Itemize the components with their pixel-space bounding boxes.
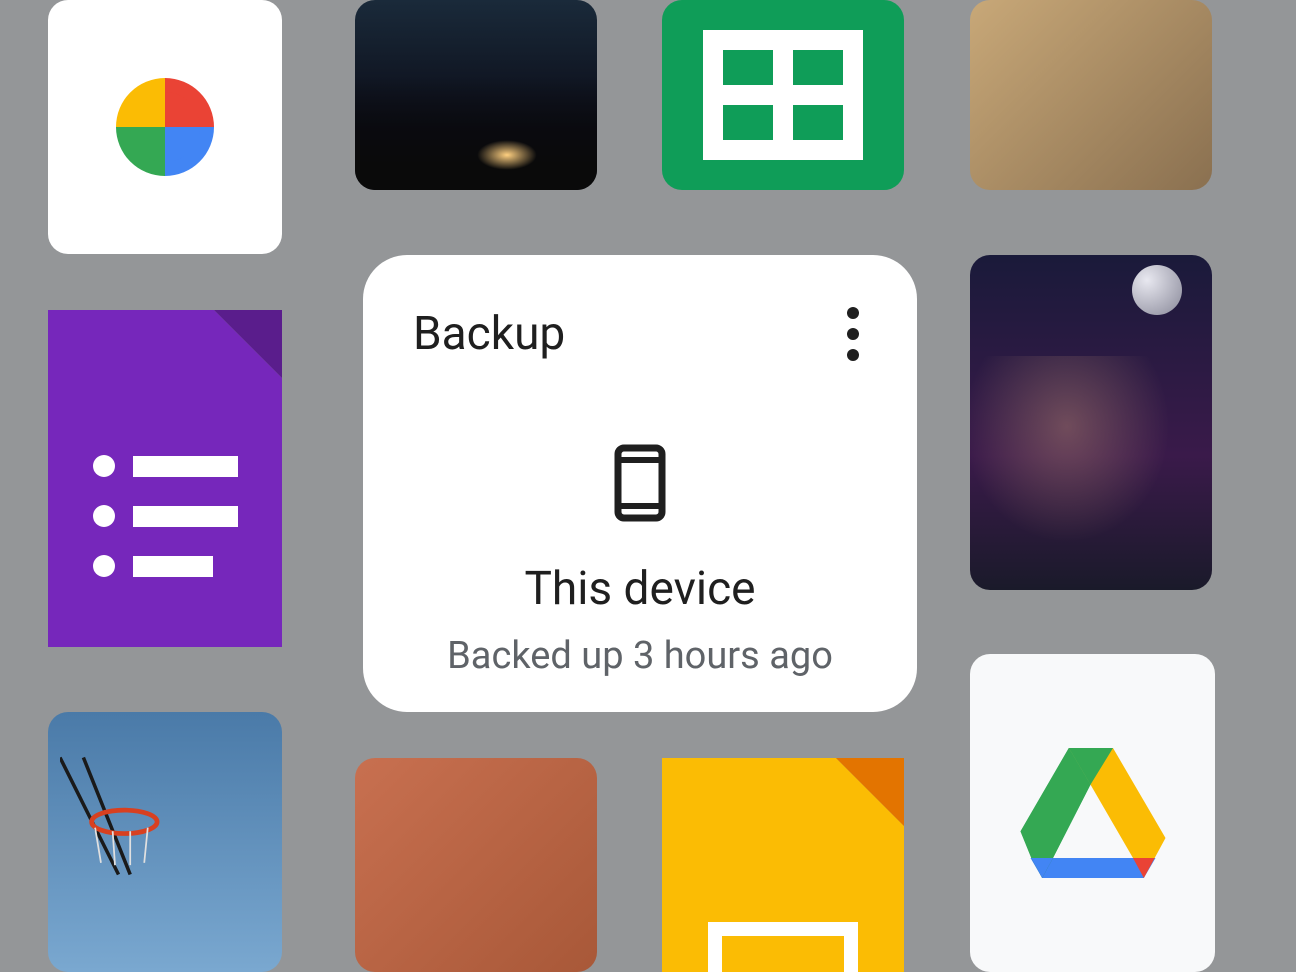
photo-thumbnail-basketball[interactable] [48,712,282,972]
photo-thumbnail-friends[interactable] [355,758,597,972]
google-sheets-tile[interactable] [662,0,904,190]
backup-title: Backup [413,307,565,361]
photo-thumbnail-night[interactable] [355,0,597,190]
google-sheets-icon [703,30,863,160]
google-drive-tile[interactable] [970,654,1215,972]
backup-card[interactable]: Backup This device Backed up 3 hours ago [363,255,917,712]
device-name: This device [524,562,755,616]
backup-status: Backed up 3 hours ago [447,634,833,678]
phone-icon [614,444,666,522]
google-forms-tile[interactable] [48,310,282,647]
google-photos-tile[interactable] [48,0,282,254]
more-options-button[interactable] [839,299,867,369]
google-drive-icon [1018,748,1168,878]
google-photos-icon [95,57,235,197]
google-forms-icon [93,455,238,605]
google-slides-icon [708,922,858,972]
photo-thumbnail-person[interactable] [970,255,1212,590]
google-slides-tile[interactable] [662,758,904,972]
more-vertical-icon [847,307,859,319]
photo-thumbnail-family[interactable] [970,0,1212,190]
